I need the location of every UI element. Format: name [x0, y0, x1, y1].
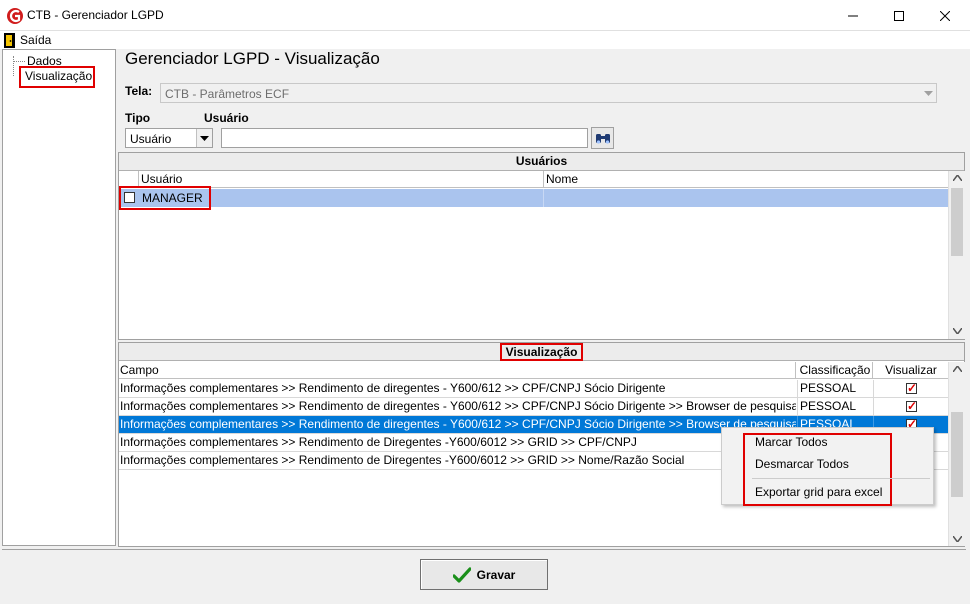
visualizacao-caption: Visualização: [499, 343, 584, 361]
menu-separator: [752, 478, 930, 479]
highlight-box: [119, 186, 211, 210]
column-divider: [543, 189, 544, 207]
exit-door-icon: [4, 32, 15, 48]
visualizacao-scrollbar[interactable]: [948, 362, 965, 546]
classificacao-cell: PESSOAL: [797, 380, 873, 397]
chevron-down-icon: [196, 129, 212, 147]
tipo-value: Usuário: [130, 132, 172, 146]
menu-item-label: Marcar Todos: [755, 435, 828, 449]
tela-select[interactable]: CTB - Parâmetros ECF: [160, 83, 937, 103]
table-row[interactable]: MANAGER: [119, 189, 948, 207]
menu-exit[interactable]: Saída: [4, 32, 51, 48]
visualizacao-caption-bar: Visualização: [119, 343, 964, 361]
menu-bar: Saída: [0, 31, 970, 49]
gravar-label: Gravar: [476, 567, 516, 582]
scroll-down-icon[interactable]: [953, 328, 962, 334]
scroll-up-icon[interactable]: [953, 366, 962, 372]
search-user-button[interactable]: [591, 127, 614, 149]
navigation-tree: Dados Visualização: [2, 49, 116, 546]
users-scrollbar[interactable]: [948, 171, 965, 339]
table-row[interactable]: Informações complementares >> Rendimento…: [119, 398, 948, 416]
tipo-label: Tipo: [125, 111, 151, 125]
column-header-classificacao[interactable]: Classificação: [798, 362, 873, 378]
minimize-icon: [848, 15, 858, 16]
app-logo-icon: [7, 8, 23, 24]
visualizar-checkbox[interactable]: [906, 380, 917, 397]
usuario-input[interactable]: [221, 128, 588, 148]
column-header-visualizar[interactable]: Visualizar: [874, 362, 948, 378]
tela-label: Tela:: [125, 84, 153, 98]
scroll-up-icon[interactable]: [953, 175, 962, 181]
classificacao-cell: PESSOAL: [797, 398, 873, 415]
campo-cell: Informações complementares >> Rendimento…: [120, 381, 666, 395]
tela-value: CTB - Parâmetros ECF: [165, 87, 290, 101]
tree-connector: [13, 61, 25, 62]
check-icon: [452, 566, 471, 583]
campo-cell: Informações complementares >> Rendimento…: [120, 399, 796, 413]
maximize-icon: [894, 10, 904, 21]
title-bar: CTB - Gerenciador LGPD: [0, 0, 970, 31]
scroll-down-icon[interactable]: [953, 536, 962, 542]
campo-cell: Informações complementares >> Rendimento…: [120, 453, 685, 467]
menu-item-label: Exportar grid para excel: [755, 485, 883, 499]
page-title: Gerenciador LGPD - Visualização: [125, 49, 380, 68]
scroll-thumb[interactable]: [951, 188, 963, 256]
chevron-down-icon: [920, 84, 936, 102]
window-title: CTB - Gerenciador LGPD: [27, 8, 164, 22]
maximize-button[interactable]: [876, 0, 922, 31]
visualizacao-grid-header: Campo Classificação Visualizar: [119, 362, 948, 379]
close-button[interactable]: [922, 0, 968, 31]
gravar-button[interactable]: Gravar: [420, 559, 548, 590]
column-header-nome[interactable]: Nome: [546, 171, 578, 187]
column-header-campo[interactable]: Campo: [120, 362, 796, 378]
tree-connector: [13, 56, 14, 76]
tree-item-visualizacao[interactable]: Visualização: [25, 69, 93, 83]
context-menu: Marcar Todos Desmarcar Todos Exportar gr…: [721, 427, 934, 506]
campo-cell: Informações complementares >> Rendimento…: [120, 417, 796, 431]
column-header-usuario[interactable]: Usuário: [141, 171, 544, 187]
users-caption: Usuários: [119, 153, 964, 171]
usuario-label: Usuário: [204, 111, 249, 125]
visualizar-cell: [873, 398, 948, 415]
binoculars-icon: [595, 134, 610, 144]
close-icon: [940, 10, 950, 21]
menu-item-label: Desmarcar Todos: [755, 457, 849, 471]
menu-item-exportar-excel[interactable]: Exportar grid para excel: [722, 481, 933, 503]
visualizar-cell: [873, 380, 948, 397]
campo-cell: Informações complementares >> Rendimento…: [120, 435, 637, 449]
visualizar-checkbox[interactable]: [906, 398, 917, 415]
users-grid-header: Usuário Nome: [119, 171, 948, 188]
menu-item-desmarcar-todos[interactable]: Desmarcar Todos: [722, 453, 933, 475]
scroll-thumb[interactable]: [951, 412, 963, 497]
menu-item-marcar-todos[interactable]: Marcar Todos: [722, 431, 933, 453]
tipo-select[interactable]: Usuário: [125, 128, 213, 148]
menu-exit-label: Saída: [20, 33, 52, 47]
users-panel: Usuários Usuário Nome MANAGER: [118, 152, 965, 340]
minimize-button[interactable]: [830, 0, 876, 31]
table-row[interactable]: Informações complementares >> Rendimento…: [119, 380, 948, 398]
